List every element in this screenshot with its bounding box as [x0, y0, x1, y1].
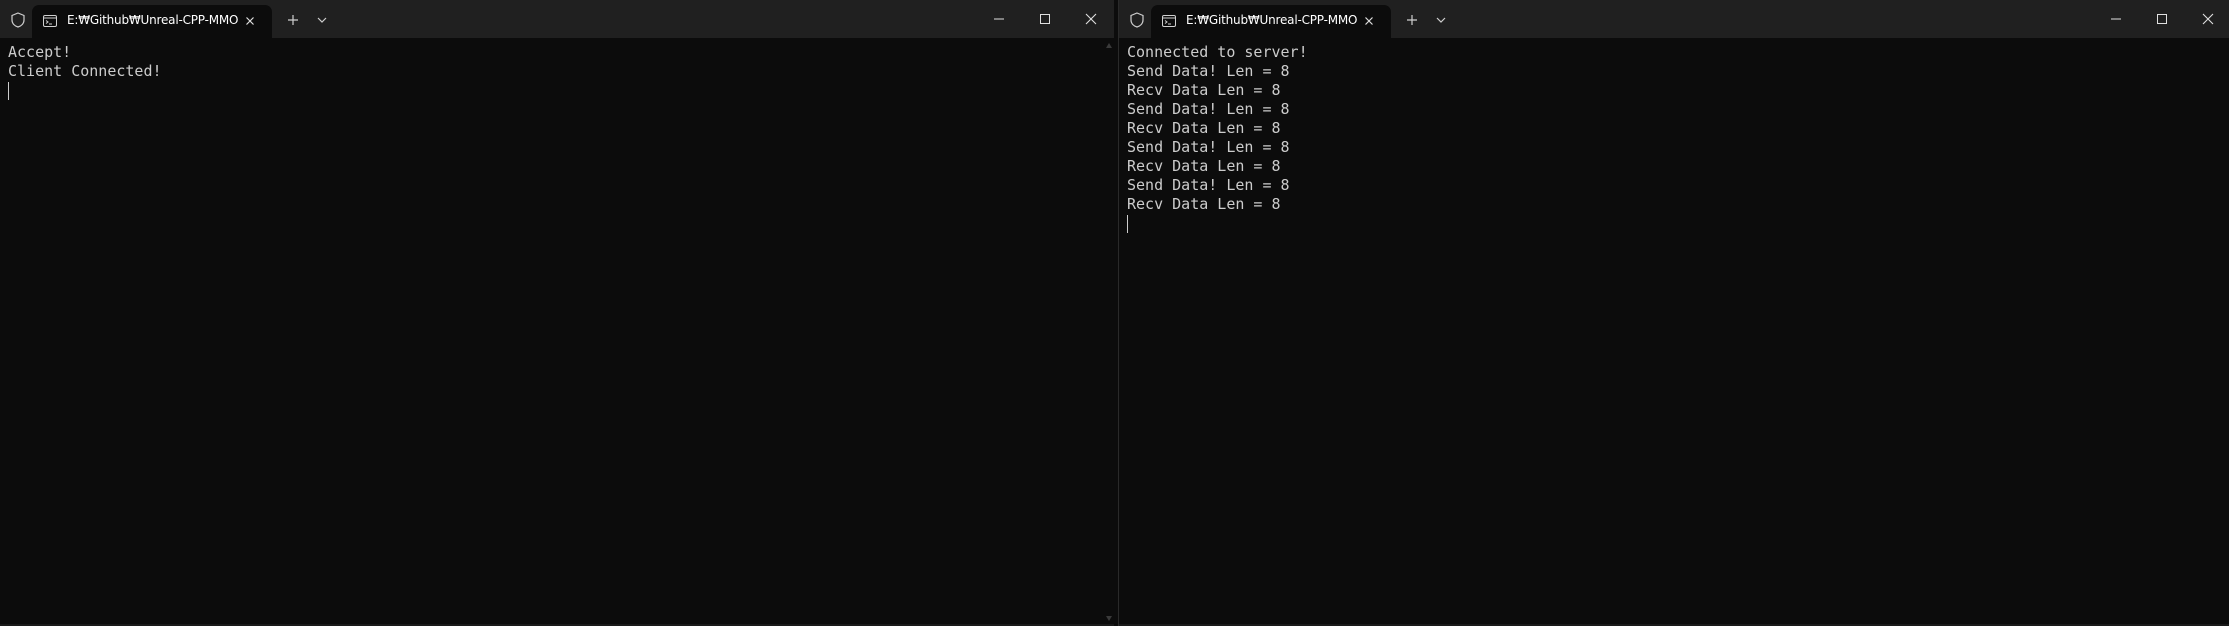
- close-window-icon[interactable]: [2191, 6, 2225, 32]
- terminal-output[interactable]: Connected to server! Send Data! Len = 8 …: [1119, 38, 2219, 626]
- plus-icon[interactable]: [284, 11, 302, 29]
- output-line: Recv Data Len = 8: [1127, 81, 1281, 99]
- chevron-down-icon[interactable]: [1433, 13, 1449, 27]
- output-line: Recv Data Len = 8: [1127, 157, 1281, 175]
- output-line: Accept!: [8, 43, 72, 61]
- output-line: Connected to server!: [1127, 43, 1308, 61]
- terminal-icon: [1162, 15, 1176, 27]
- shield-icon[interactable]: [9, 11, 27, 29]
- scrollbar[interactable]: [1104, 38, 1114, 626]
- scroll-down-arrow-icon[interactable]: [1106, 616, 1112, 621]
- terminal-output[interactable]: Accept! Client Connected!: [0, 38, 1104, 626]
- shield-icon[interactable]: [1128, 11, 1146, 29]
- terminal-icon: [43, 15, 57, 27]
- output-line: Send Data! Len = 8: [1127, 176, 1290, 194]
- terminal-window-server: E:₩Github₩Unreal-CPP-MMO Accept! Client …: [0, 0, 1114, 626]
- output-line: Send Data! Len = 8: [1127, 62, 1290, 80]
- output-line: Recv Data Len = 8: [1127, 119, 1281, 137]
- minimize-icon[interactable]: [2099, 6, 2133, 32]
- output-line: Send Data! Len = 8: [1127, 138, 1290, 156]
- tab-terminal[interactable]: E:₩Github₩Unreal-CPP-MMO: [32, 5, 272, 38]
- terminal-window-client: E:₩Github₩Unreal-CPP-MMO Connected to se…: [1118, 0, 2229, 626]
- title-bar[interactable]: E:₩Github₩Unreal-CPP-MMO: [0, 0, 1114, 38]
- output-line: Client Connected!: [8, 62, 162, 80]
- plus-icon[interactable]: [1403, 11, 1421, 29]
- text-cursor: [1127, 215, 1128, 233]
- tab-title: E:₩Github₩Unreal-CPP-MMO: [1186, 13, 1358, 27]
- title-bar[interactable]: E:₩Github₩Unreal-CPP-MMO: [1119, 0, 2229, 38]
- output-line: Send Data! Len = 8: [1127, 100, 1290, 118]
- maximize-icon[interactable]: [1028, 6, 1062, 32]
- chevron-down-icon[interactable]: [314, 13, 330, 27]
- tab-title: E:₩Github₩Unreal-CPP-MMO: [67, 13, 239, 27]
- close-window-icon[interactable]: [1074, 6, 1108, 32]
- close-icon[interactable]: [1361, 13, 1377, 29]
- minimize-icon[interactable]: [982, 6, 1016, 32]
- close-icon[interactable]: [242, 13, 258, 29]
- desktop: E:₩Github₩Unreal-CPP-MMO Accept! Client …: [0, 0, 2229, 626]
- tab-terminal[interactable]: E:₩Github₩Unreal-CPP-MMO: [1151, 5, 1391, 38]
- maximize-icon[interactable]: [2145, 6, 2179, 32]
- text-cursor: [8, 82, 9, 100]
- output-line: Recv Data Len = 8: [1127, 195, 1281, 213]
- scroll-up-arrow-icon[interactable]: [1106, 43, 1112, 48]
